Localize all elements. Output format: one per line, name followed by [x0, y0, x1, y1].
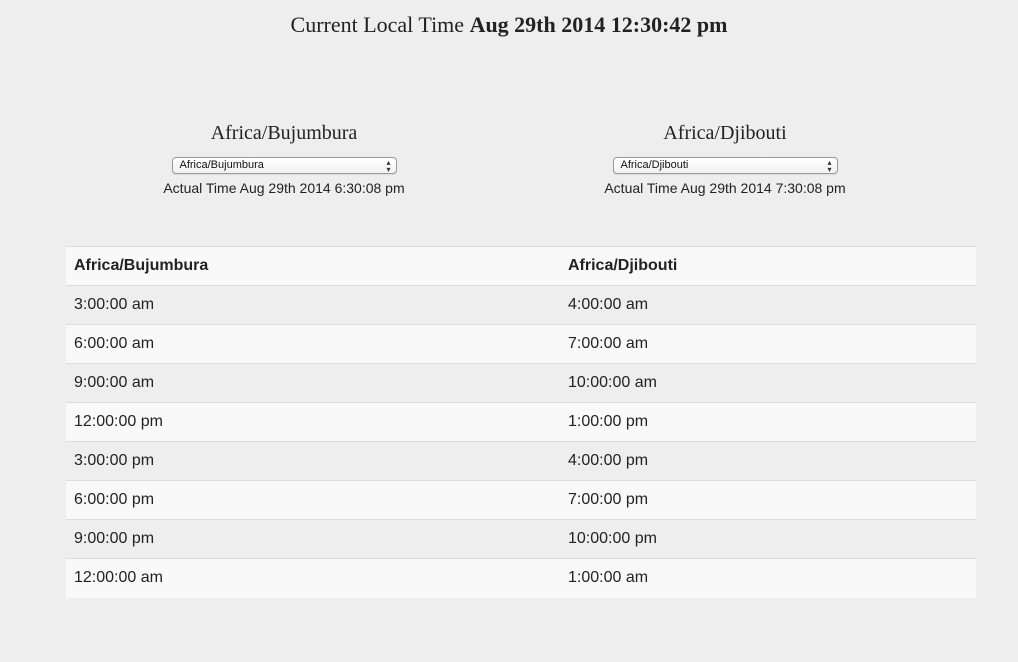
table-cell: 10:00:00 pm — [560, 519, 976, 559]
actual-time-value: Aug 29th 2014 6:30:08 pm — [239, 180, 405, 196]
select-arrows-icon: ▴ ▾ — [386, 158, 391, 174]
time-conversion-table: Africa/Bujumbura Africa/Djibouti 3:00:00… — [66, 246, 976, 598]
table-cell: 4:00:00 pm — [560, 441, 976, 481]
table-row: 6:00:00 am 7:00:00 am — [66, 324, 976, 364]
timezone-select[interactable]: Africa/Djibouti ▴ ▾ — [612, 157, 838, 174]
actual-time: Actual Time Aug 29th 2014 6:30:08 pm — [84, 180, 484, 196]
select-arrows-icon: ▴ ▾ — [827, 158, 832, 174]
table-cell: 7:00:00 pm — [560, 480, 976, 520]
timezone-select-value: Africa/Djibouti — [620, 159, 689, 171]
table-row: 9:00:00 am 10:00:00 am — [66, 363, 976, 403]
table-row: 6:00:00 pm 7:00:00 pm — [66, 480, 976, 520]
table-cell: 9:00:00 pm — [66, 519, 560, 559]
table-cell: 3:00:00 am — [66, 285, 560, 325]
table-cell: 6:00:00 am — [66, 324, 560, 364]
column-header: Africa/Bujumbura — [66, 246, 560, 286]
table-cell: 12:00:00 pm — [66, 402, 560, 442]
table-cell: 6:00:00 pm — [66, 480, 560, 520]
table-cell: 3:00:00 pm — [66, 441, 560, 481]
table-cell: 1:00:00 am — [560, 558, 976, 598]
table-cell: 1:00:00 pm — [560, 402, 976, 442]
column-header: Africa/Djibouti — [560, 246, 976, 286]
table-row: 3:00:00 am 4:00:00 am — [66, 285, 976, 325]
table-cell: 9:00:00 am — [66, 363, 560, 403]
actual-time-label: Actual Time — [163, 180, 237, 196]
current-local-time-label: Current Local Time — [290, 12, 465, 37]
actual-time-value: Aug 29th 2014 7:30:08 pm — [680, 180, 846, 196]
zone-panel-right: Africa/Djibouti Africa/Djibouti ▴ ▾ Actua… — [525, 120, 925, 196]
table-cell: 12:00:00 am — [66, 558, 560, 598]
table-row: 3:00:00 pm 4:00:00 pm — [66, 441, 976, 481]
current-local-time-heading: Current Local Time Aug 29th 2014 12:30:4… — [0, 12, 1018, 38]
table-row: 12:00:00 am 1:00:00 am — [66, 558, 976, 598]
zone-panel-left: Africa/Bujumbura Africa/Bujumbura ▴ ▾ Act… — [84, 120, 484, 196]
timezone-select[interactable]: Africa/Bujumbura ▴ ▾ — [171, 157, 397, 174]
table-row: 9:00:00 pm 10:00:00 pm — [66, 519, 976, 559]
table-cell: 4:00:00 am — [560, 285, 976, 325]
zone-title: Africa/Djibouti — [663, 122, 787, 144]
actual-time-label: Actual Time — [604, 180, 678, 196]
timezone-select-value: Africa/Bujumbura — [179, 159, 264, 171]
current-local-time-value: Aug 29th 2014 12:30:42 pm — [469, 12, 728, 37]
table-cell: 7:00:00 am — [560, 324, 976, 364]
table-row: 12:00:00 pm 1:00:00 pm — [66, 402, 976, 442]
table-header-row: Africa/Bujumbura Africa/Djibouti — [66, 246, 976, 286]
actual-time: Actual Time Aug 29th 2014 7:30:08 pm — [525, 180, 925, 196]
table-cell: 10:00:00 am — [560, 363, 976, 403]
zone-title: Africa/Bujumbura — [210, 122, 358, 144]
